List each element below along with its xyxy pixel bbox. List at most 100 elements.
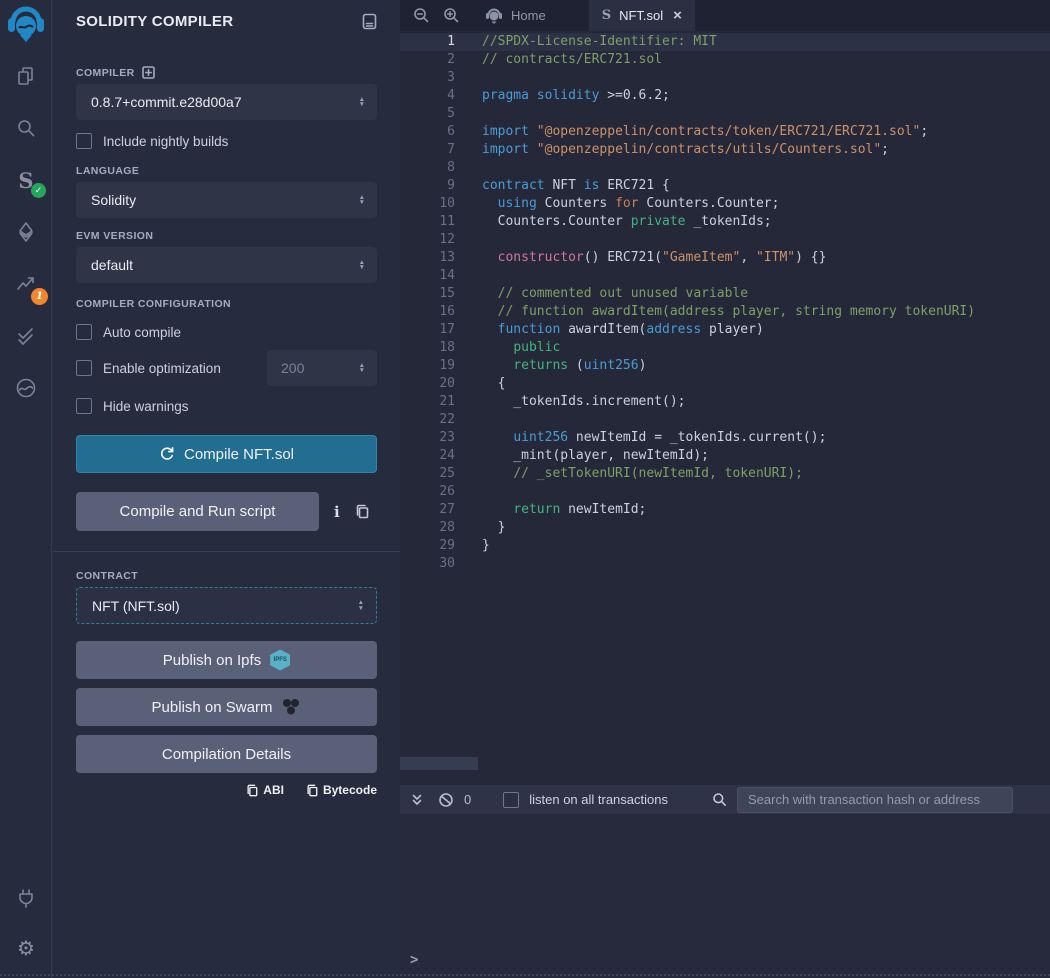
close-tab-icon[interactable]: × [673,7,682,24]
info-icon[interactable]: i [334,503,340,521]
code-line[interactable]: 8 [400,159,1050,177]
solidity-analysis-icon[interactable]: 1 [12,270,40,298]
settings-icon[interactable]: ⚙ [12,934,40,962]
code-line[interactable]: 15 // commented out unused variable [400,285,1050,303]
docs-icon[interactable] [362,13,377,30]
code-line[interactable]: 3 [400,69,1050,87]
zoom-in-icon[interactable] [443,7,460,24]
code-line[interactable]: 11 Counters.Counter private _tokenIds; [400,213,1050,231]
code-line[interactable]: 10 using Counters for Counters.Counter; [400,195,1050,213]
compiler-label: COMPILER [76,67,135,79]
terminal-output[interactable]: > [400,814,1050,978]
clear-console-icon[interactable] [438,792,454,808]
code-line[interactable]: 19 returns (uint256) [400,357,1050,375]
terminal-prompt: > [410,952,418,968]
expand-terminal-icon[interactable] [410,793,424,807]
analysis-count-badge: 1 [31,288,48,305]
tab-bar: Home S NFT.sol × [400,0,1050,31]
transaction-search-input[interactable] [737,787,1013,813]
code-editor[interactable]: 1//SPDX-License-Identifier: MIT2// contr… [400,31,1050,785]
contract-select[interactable]: NFT (NFT.sol) ▲▼ [76,587,377,624]
copy-icon[interactable] [355,504,369,519]
code-line[interactable]: 9contract NFT is ERC721 { [400,177,1050,195]
code-line[interactable]: 14 [400,267,1050,285]
language-label: LANGUAGE [76,165,139,177]
code-line[interactable]: 13 constructor() ERC721("GameItem", "ITM… [400,249,1050,267]
include-nightly-checkbox[interactable]: Include nightly builds [76,133,377,149]
copy-bytecode-button[interactable]: Bytecode [306,783,377,797]
contract-label: CONTRACT [76,570,138,582]
code-line[interactable]: 1//SPDX-License-Identifier: MIT [400,33,1050,51]
enable-optimization-checkbox[interactable]: Enable optimization [76,360,221,376]
code-line[interactable]: 28 } [400,519,1050,537]
tab-nft-sol[interactable]: S NFT.sol × [589,0,695,31]
sourcify-icon[interactable] [12,374,40,402]
code-line[interactable]: 16 // function awardItem(address player,… [400,303,1050,321]
code-line[interactable]: 21 _tokenIds.increment(); [400,393,1050,411]
code-line[interactable]: 23 uint256 newItemId = _tokenIds.current… [400,429,1050,447]
solidity-compiler-icon[interactable]: S ✓ [12,166,40,194]
code-line[interactable]: 30 [400,555,1050,573]
code-line[interactable]: 18 public [400,339,1050,357]
evm-version-label: EVM VERSION [76,230,153,242]
language-select[interactable]: Solidity ▲▼ [76,182,377,218]
tab-home[interactable]: Home [472,0,559,31]
code-line[interactable]: 22 [400,411,1050,429]
terminal-search-icon [712,792,727,807]
compiler-version-select[interactable]: 0.8.7+commit.e28d00a7 ▲▼ [76,84,377,120]
code-line[interactable]: 27 return newItemId; [400,501,1050,519]
publish-ipfs-button[interactable]: Publish on Ipfs IPFS [76,641,377,679]
copy-abi-button[interactable]: ABI [246,783,284,797]
checkbox-box [76,398,92,414]
code-line[interactable]: 17 function awardItem(address player) [400,321,1050,339]
search-icon[interactable] [12,114,40,142]
editor-area: Home S NFT.sol × 1//SPDX-License-Identif… [400,0,1050,978]
code-line[interactable]: 26 [400,483,1050,501]
code-line[interactable]: 24 _mint(player, newItemId); [400,447,1050,465]
auto-compile-checkbox[interactable]: Auto compile [76,324,377,340]
solidity-file-icon: S [602,8,611,23]
icon-sidebar: S ✓ 1 ⚙ [0,0,52,978]
compile-success-badge: ✓ [31,183,46,198]
transaction-count: 0 [464,792,471,807]
remix-logo-icon[interactable] [6,6,46,46]
code-line[interactable]: 2// contracts/ERC721.sol [400,51,1050,69]
code-line[interactable]: 20 { [400,375,1050,393]
deploy-and-run-icon[interactable] [12,218,40,246]
compile-and-run-button[interactable]: Compile and Run script [76,492,319,531]
checkbox-box [503,792,519,808]
code-line[interactable]: 12 [400,231,1050,249]
unit-testing-icon[interactable] [12,322,40,350]
chevron-updown-icon: ▲▼ [359,260,365,271]
compile-button[interactable]: Compile NFT.sol [76,435,377,473]
code-line[interactable]: 5 [400,105,1050,123]
ipfs-logo-icon: IPFS [270,650,290,671]
zoom-out-icon[interactable] [413,7,430,24]
copy-icon [246,784,258,797]
publish-swarm-button[interactable]: Publish on Swarm [76,688,377,726]
add-compiler-icon[interactable] [142,66,155,79]
code-line[interactable]: 4pragma solidity >=0.6.2; [400,87,1050,105]
refresh-icon [159,446,175,462]
evm-version-select[interactable]: default ▲▼ [76,247,377,283]
checkbox-box [76,360,92,376]
panel-divider [53,551,400,552]
compilation-details-button[interactable]: Compilation Details [76,735,377,773]
chevron-updown-icon: ▲▼ [359,363,365,374]
hide-warnings-checkbox[interactable]: Hide warnings [76,398,377,414]
copy-icon [306,784,318,797]
code-line[interactable]: 7import "@openzeppelin/contracts/utils/C… [400,141,1050,159]
checkbox-box [76,324,92,340]
swarm-logo-icon [281,698,301,716]
chevron-updown-icon: ▲▼ [358,600,364,611]
code-line[interactable]: 25 // _setTokenURI(newItemId, tokenURI); [400,465,1050,483]
optimization-runs-input[interactable]: 200 ▲▼ [267,350,377,386]
code-line[interactable]: 29} [400,537,1050,555]
file-explorer-icon[interactable] [12,62,40,90]
listen-transactions-checkbox[interactable]: listen on all transactions [503,792,668,808]
horizontal-scrollbar[interactable] [400,757,478,770]
checkbox-box [76,133,92,149]
chevron-updown-icon: ▲▼ [359,195,365,206]
code-line[interactable]: 6import "@openzeppelin/contracts/token/E… [400,123,1050,141]
plugin-manager-icon[interactable] [12,884,40,912]
